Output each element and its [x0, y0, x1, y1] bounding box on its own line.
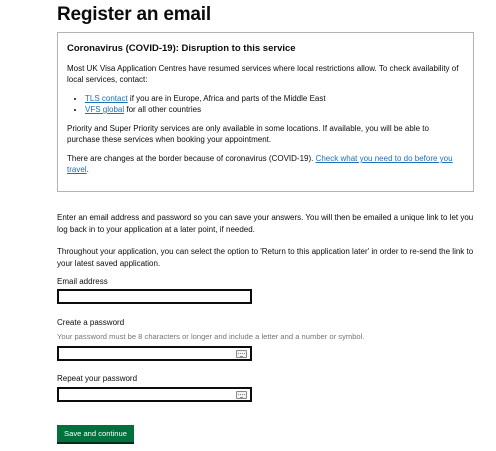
email-field-box: [57, 289, 252, 307]
repeat-password-key-icon[interactable]: [236, 391, 247, 399]
list-item: TLS contact if you are in Europe, Africa…: [85, 93, 464, 104]
intro-paragraph-1: Enter an email address and password so y…: [57, 213, 474, 234]
intro-paragraph-2: Throughout your application, you can sel…: [57, 247, 474, 268]
notice-heading: Coronavirus (COVID-19): Disruption to th…: [67, 43, 296, 54]
list-item-text: for all other countries: [124, 105, 202, 114]
repeat-password-field-box: [57, 387, 252, 405]
save-and-continue-button[interactable]: Save and continue: [57, 425, 134, 442]
page-title: Register an email: [57, 4, 211, 25]
list-item: VFS global for all other countries: [85, 104, 464, 115]
repeat-password-label: Repeat your password: [57, 374, 138, 383]
intro-text: Enter an email address and password so y…: [57, 212, 482, 280]
notice-paragraph-2: Priority and Super Priority services are…: [67, 124, 429, 144]
password-field-box: [57, 346, 252, 364]
vfs-global-link[interactable]: VFS global: [85, 105, 124, 114]
password-label: Create a password: [57, 318, 125, 327]
contact-list: TLS contact if you are in Europe, Africa…: [67, 93, 464, 115]
list-item-text: if you are in Europe, Africa and parts o…: [127, 94, 326, 103]
repeat-password-field[interactable]: [59, 394, 250, 405]
password-field[interactable]: [59, 353, 250, 364]
notice-paragraph-3-text: There are changes at the border because …: [67, 154, 316, 163]
email-label: Email address: [57, 277, 108, 286]
email-field[interactable]: [59, 296, 250, 307]
notice-paragraph-3-end: .: [86, 165, 89, 174]
notice-paragraph-3: There are changes at the border because …: [67, 153, 464, 175]
password-key-icon[interactable]: [236, 350, 247, 358]
password-hint: Your password must be 8 characters or lo…: [57, 332, 365, 341]
register-email-page: Register an email Coronavirus (COVID-19)…: [0, 0, 496, 451]
notice-paragraph-1: Most UK Visa Application Centres have re…: [67, 64, 459, 84]
tls-contact-link[interactable]: TLS contact: [85, 94, 128, 103]
covid-notice-panel: Coronavirus (COVID-19): Disruption to th…: [57, 32, 474, 192]
